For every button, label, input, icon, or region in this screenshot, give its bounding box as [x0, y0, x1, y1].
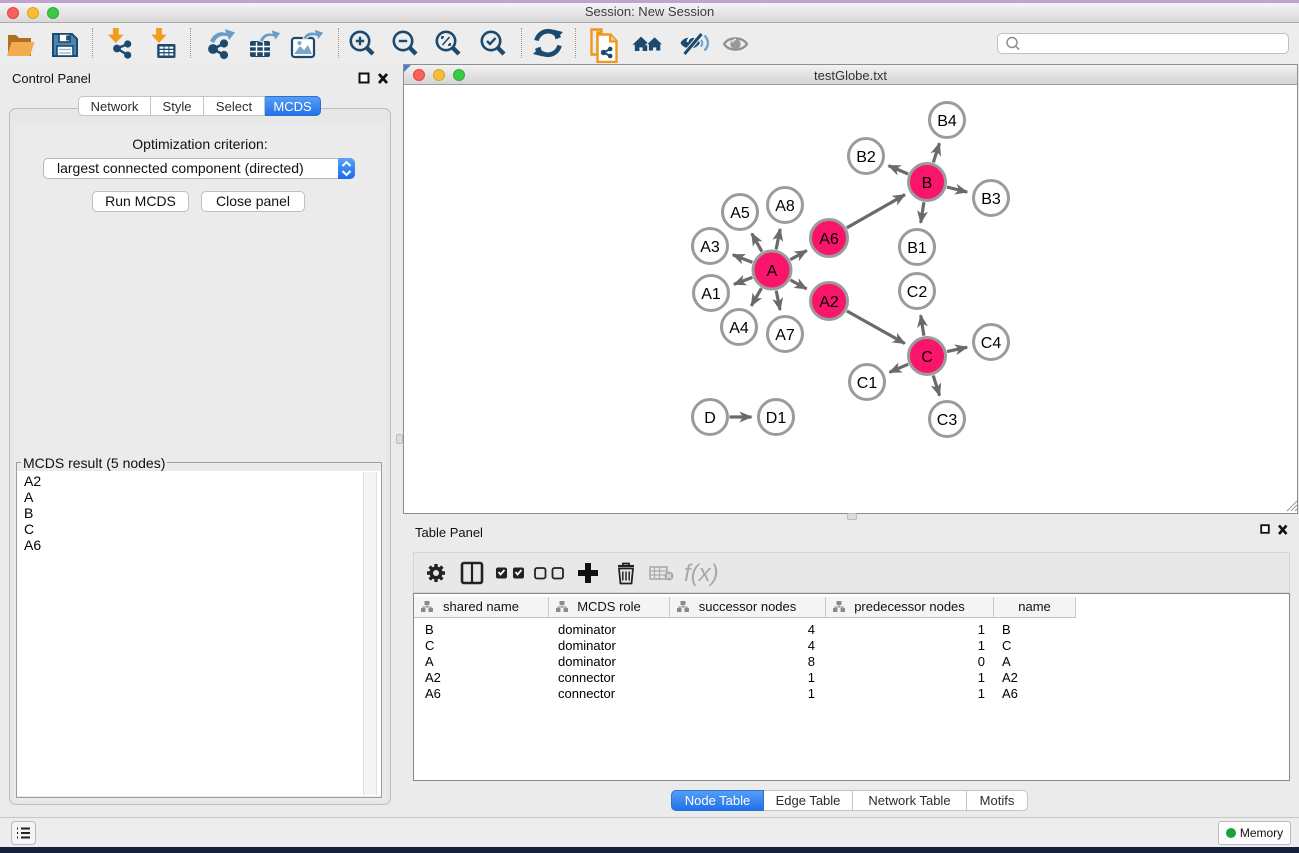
- svg-text:A7: A7: [775, 327, 795, 344]
- svg-text:A: A: [767, 263, 778, 280]
- svg-text:A1: A1: [701, 286, 721, 303]
- svg-text:D: D: [704, 410, 716, 427]
- svg-text:B1: B1: [907, 240, 927, 257]
- svg-text:A2: A2: [819, 294, 839, 311]
- svg-text:A5: A5: [730, 205, 750, 222]
- svg-text:B4: B4: [937, 113, 957, 130]
- svg-text:B3: B3: [981, 191, 1001, 208]
- svg-text:D1: D1: [766, 410, 787, 427]
- svg-text:f(x): f(x): [684, 560, 719, 587]
- svg-text:C3: C3: [937, 412, 958, 429]
- svg-text:C1: C1: [857, 375, 878, 392]
- svg-text:A4: A4: [729, 320, 749, 337]
- svg-text:C4: C4: [981, 335, 1002, 352]
- svg-text:A8: A8: [775, 198, 795, 215]
- svg-text:A3: A3: [700, 239, 720, 256]
- svg-text:A6: A6: [819, 231, 839, 248]
- svg-text:C: C: [921, 349, 933, 366]
- svg-text:C2: C2: [907, 284, 928, 301]
- svg-text:B2: B2: [856, 149, 876, 166]
- svg-text:B: B: [922, 175, 933, 192]
